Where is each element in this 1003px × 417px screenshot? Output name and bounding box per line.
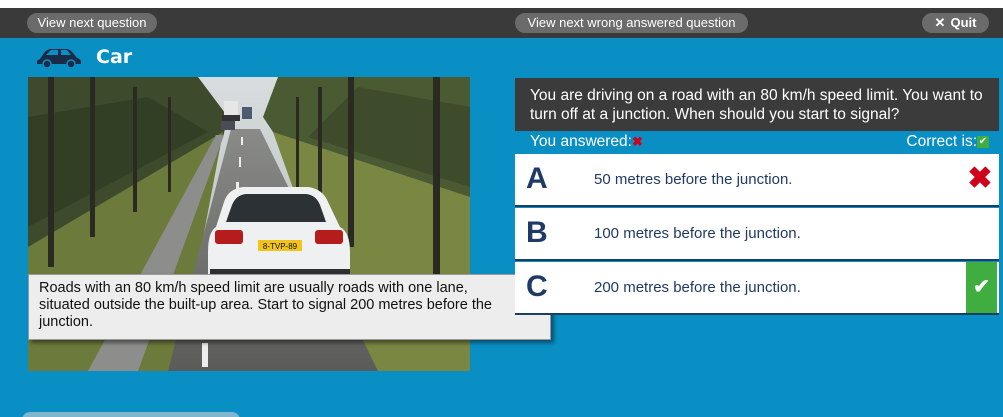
bottom-tab[interactable] — [22, 412, 240, 417]
option-text: 50 metres before the junction. — [594, 171, 793, 188]
correct-is: Correct is: ✔ — [906, 133, 989, 151]
option-text: 200 metres before the junction. — [594, 279, 801, 296]
result-row: You answered:✖ Correct is: ✔ — [515, 133, 999, 153]
option-letter: B — [526, 216, 548, 249]
option-text: 100 metres before the junction. — [594, 225, 801, 242]
explanation-text: Roads with an 80 km/h speed limit are us… — [39, 280, 492, 330]
car-icon — [37, 49, 81, 69]
option-letter: A — [526, 162, 548, 195]
wrong-icon: ✖ — [631, 134, 643, 149]
answer-option-b[interactable]: B 100 metres before the junction. — [515, 208, 999, 261]
answer-option-a[interactable]: A 50 metres before the junction. ✖ — [515, 154, 999, 207]
category-header: Car — [36, 42, 132, 72]
quit-label: Quit — [950, 15, 977, 30]
top-toolbar: View next question View next wrong answe… — [0, 0, 1003, 38]
answer-option-c[interactable]: C 200 metres before the junction. ✔ — [515, 262, 999, 315]
quit-button[interactable]: ✕ Quit — [922, 13, 989, 33]
you-answered: You answered:✖ — [530, 133, 643, 151]
view-next-question-button[interactable]: View next question — [27, 13, 157, 33]
correct-answer-icon: ✔ — [966, 262, 997, 313]
view-next-wrong-question-button[interactable]: View next wrong answered question — [515, 13, 748, 33]
top-edge — [0, 0, 1003, 8]
correct-is-label: Correct is: — [906, 133, 977, 150]
close-icon: ✕ — [934, 15, 946, 30]
wrong-answer-icon: ✖ — [967, 162, 993, 195]
check-icon: ✔ — [977, 135, 989, 148]
category-label: Car — [96, 46, 133, 68]
option-letter: C — [526, 270, 548, 303]
you-answered-label: You answered: — [530, 133, 632, 150]
explanation-popup: Roads with an 80 km/h speed limit are us… — [28, 274, 551, 340]
license-plate: 8-TVP-89 — [263, 242, 298, 251]
question-text: You are driving on a road with an 80 km/… — [515, 78, 999, 131]
